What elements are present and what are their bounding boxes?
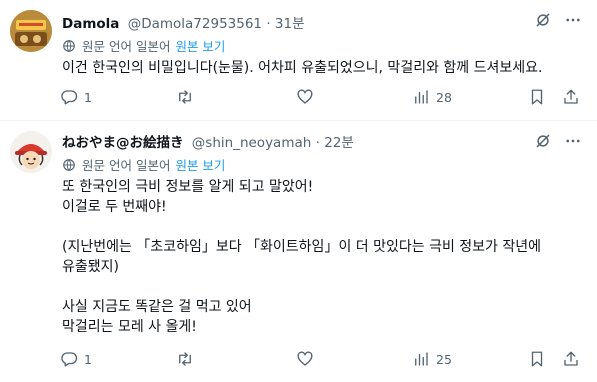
user-handle[interactable]: @Damola72953561: [128, 16, 262, 32]
heart-icon: [297, 89, 313, 104]
retweet-button[interactable]: [176, 350, 200, 368]
share-button[interactable]: [562, 350, 580, 368]
tweet-text: 또 한국인의 극비 정보를 알게 되고 말았어! 이걸로 두 번째야! (지난번…: [62, 179, 542, 335]
translate-icon: [63, 39, 75, 52]
share-button[interactable]: [562, 88, 580, 106]
avatar-image: [10, 131, 52, 173]
tweet-actions: 1 28: [58, 88, 583, 110]
reply-button[interactable]: 1: [60, 88, 92, 106]
translation-notice: 원문 언어 일본어 원본 보기: [62, 155, 225, 174]
avatar[interactable]: [10, 10, 52, 52]
translation-notice: 원문 언어 일본어 원본 보기: [62, 36, 225, 55]
like-button[interactable]: [296, 350, 320, 368]
views-button[interactable]: 25: [412, 350, 452, 368]
avatar-image: [10, 10, 52, 52]
tweet-header: ねおやま@お絵描き @shin_neoyamah · 22분: [62, 131, 354, 151]
tweet[interactable]: Damola @Damola72953561 · 31분 원문 언어 일본어 원…: [0, 0, 597, 121]
grok-icon[interactable]: [534, 11, 552, 29]
retweet-icon: [179, 90, 191, 104]
display-name[interactable]: ねおやま@お絵描き: [62, 135, 184, 151]
separator-dot: ·: [266, 16, 271, 32]
views-button[interactable]: 28: [412, 88, 452, 106]
separator-dot: ·: [315, 135, 320, 151]
heart-icon: [297, 351, 313, 366]
views-icon: [415, 90, 428, 104]
tweet-text: 이건 한국인의 비밀입니다(눈물). 어차피 유출되었으니, 막걸리와 함께 드…: [62, 60, 543, 76]
reply-count: 1: [84, 89, 92, 105]
reply-count: 1: [84, 351, 92, 367]
retweet-button[interactable]: [176, 88, 200, 106]
show-original-link[interactable]: 원본 보기: [175, 155, 225, 174]
reply-button[interactable]: 1: [60, 350, 92, 368]
reply-icon: [61, 90, 78, 105]
translate-icon: [63, 158, 75, 171]
timestamp[interactable]: 22분: [324, 135, 354, 151]
user-handle[interactable]: @shin_neoyamah: [192, 135, 312, 151]
views-icon: [415, 352, 428, 366]
share-icon: [564, 89, 578, 104]
more-icon[interactable]: [564, 132, 582, 150]
timestamp[interactable]: 31분: [275, 16, 305, 32]
view-count: 28: [436, 89, 452, 105]
share-icon: [564, 351, 578, 366]
bookmark-button[interactable]: [528, 88, 546, 106]
tweet[interactable]: ねおやま@お絵描き @shin_neoyamah · 22분 원문 언어 일본어…: [0, 121, 597, 382]
show-original-link[interactable]: 원본 보기: [175, 36, 225, 55]
retweet-icon: [179, 352, 191, 366]
tweet-header: Damola @Damola72953561 · 31분: [62, 12, 305, 32]
tweet-actions: 1 25: [58, 350, 583, 372]
grok-icon[interactable]: [534, 132, 552, 150]
bookmark-button[interactable]: [528, 350, 546, 368]
translation-note: 원문 언어 일본어: [82, 39, 171, 54]
view-count: 25: [436, 351, 452, 367]
display-name[interactable]: Damola: [62, 16, 119, 32]
translation-note: 원문 언어 일본어: [82, 158, 171, 173]
reply-icon: [61, 352, 78, 367]
bookmark-icon: [531, 351, 543, 367]
bookmark-icon: [531, 89, 543, 105]
avatar[interactable]: [10, 131, 52, 173]
like-button[interactable]: [296, 88, 320, 106]
more-icon[interactable]: [564, 11, 582, 29]
